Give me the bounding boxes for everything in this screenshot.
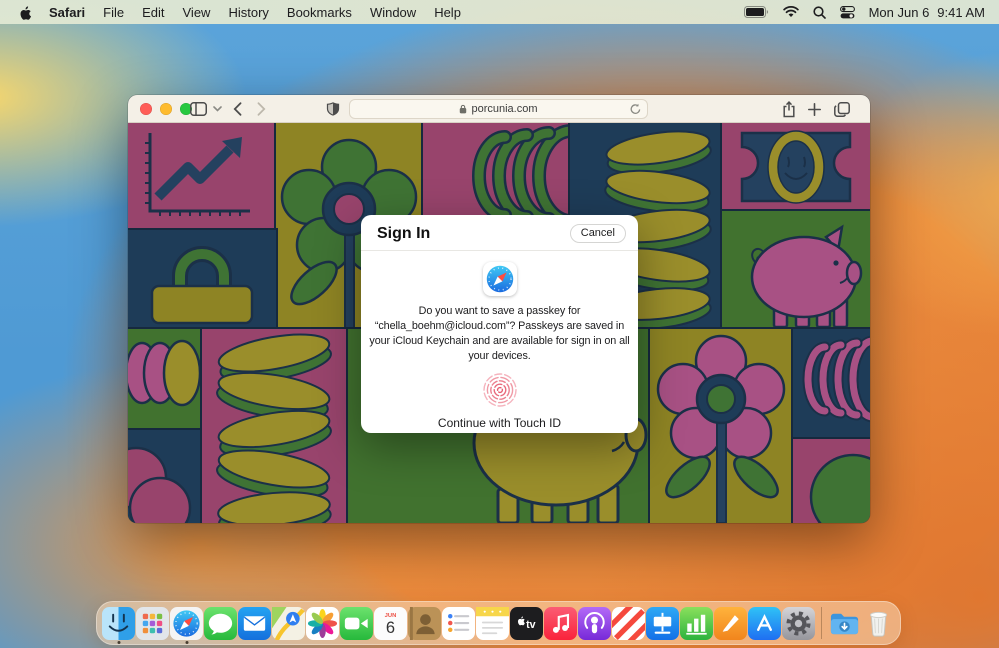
dock-messages-icon[interactable] (204, 601, 237, 645)
running-indicator (117, 641, 120, 644)
menu-item-bookmarks[interactable]: Bookmarks (287, 5, 352, 20)
menu-item-safari[interactable]: Safari (49, 5, 85, 20)
dock-podcasts-icon[interactable] (578, 601, 611, 645)
tile-tumbling-coins-illustration (202, 329, 348, 523)
menu-item-history[interactable]: History (228, 5, 268, 20)
tile-green-circle-illustration (793, 439, 870, 523)
dock-mail-icon[interactable] (238, 601, 271, 645)
continue-touch-id-label: Continue with Touch ID (361, 416, 638, 430)
control-center-icon[interactable] (840, 6, 855, 19)
passkey-dialog: Sign In Cancel Do you want to save a pas… (361, 215, 638, 433)
minimize-window-button[interactable] (160, 103, 172, 115)
dock-notes-icon[interactable] (476, 601, 509, 645)
menu-item-file[interactable]: File (103, 5, 124, 20)
dock-music-icon[interactable] (544, 601, 577, 645)
tile-pink-flower-illustration (650, 329, 793, 523)
dock-appstore-icon[interactable] (748, 601, 781, 645)
dock-calendar-icon[interactable]: JUN6 (374, 601, 407, 645)
dock-safari-icon[interactable] (170, 601, 203, 645)
dock-trash-icon[interactable] (862, 601, 895, 645)
new-tab-icon[interactable] (808, 95, 821, 123)
dock-numbers-icon[interactable] (680, 601, 713, 645)
svg-text:6: 6 (386, 619, 395, 637)
forward-button[interactable] (257, 95, 266, 123)
dock-reminders-icon[interactable] (442, 601, 475, 645)
menu-item-view[interactable]: View (183, 5, 211, 20)
sidebar-chevron-down-icon[interactable] (213, 95, 222, 123)
dock-photos-icon[interactable] (306, 601, 339, 645)
dialog-body-text: Do you want to save a passkey for “chell… (369, 304, 631, 364)
dock-finder-icon[interactable] (102, 601, 135, 645)
tile-small-coil-illustration (793, 329, 870, 439)
tile-coin-coil-illustration (423, 123, 570, 230)
menu-items: Safari File Edit View History Bookmarks Window… (49, 5, 461, 20)
search-icon[interactable] (813, 6, 826, 19)
close-window-button[interactable] (140, 103, 152, 115)
dialog-divider (361, 250, 638, 251)
dialog-title: Sign In (377, 225, 430, 243)
menu-item-edit[interactable]: Edit (142, 5, 164, 20)
tile-pink-pig-illustration (722, 211, 870, 329)
wifi-icon[interactable] (783, 6, 799, 18)
dock-downloads-icon[interactable] (828, 601, 861, 645)
safari-toolbar: porcunia.com (128, 95, 870, 123)
menu-bar: Safari File Edit View History Bookmarks Window… (0, 0, 999, 24)
sidebar-toggle-icon[interactable] (190, 95, 207, 123)
menu-date[interactable]: Mon Jun 6 (869, 5, 930, 20)
tile-padlock-illustration (128, 230, 276, 329)
svg-text:tv: tv (526, 618, 536, 630)
dock-maps-icon[interactable] (272, 601, 305, 645)
dock-divider (821, 607, 822, 639)
dock-facetime-icon[interactable] (340, 601, 373, 645)
dock-tv-icon[interactable]: tv (510, 601, 543, 645)
share-icon[interactable] (782, 95, 796, 123)
tile-money-bill-illustration (722, 123, 870, 211)
reload-icon[interactable] (630, 103, 641, 118)
dock-contacts-icon[interactable] (408, 601, 441, 645)
tile-side-coins-illustration (128, 329, 202, 430)
url-text: porcunia.com (471, 103, 537, 115)
dock-settings-icon[interactable] (782, 601, 815, 645)
address-bar[interactable]: porcunia.com (349, 99, 648, 119)
menu-time[interactable]: 9:41 AM (937, 5, 985, 20)
tile-chart-illustration (128, 123, 276, 230)
dock-news-icon[interactable] (612, 601, 645, 645)
touch-id-fingerprint-icon (481, 371, 519, 414)
back-button[interactable] (233, 95, 242, 123)
dock-launchpad-icon[interactable] (136, 601, 169, 645)
lock-icon (459, 104, 467, 114)
battery-icon[interactable] (744, 6, 769, 18)
menu-item-help[interactable]: Help (434, 5, 461, 20)
apple-menu-icon[interactable] (18, 5, 31, 20)
tile-blob-illustration (128, 430, 202, 523)
dock-keynote-icon[interactable] (646, 601, 679, 645)
running-indicator (185, 641, 188, 644)
safari-app-icon (483, 262, 517, 296)
desktop: Safari File Edit View History Bookmarks Window… (0, 0, 999, 648)
privacy-shield-icon[interactable] (326, 95, 340, 123)
tab-overview-icon[interactable] (834, 95, 850, 123)
menu-item-window[interactable]: Window (370, 5, 416, 20)
dock: JUN6 tv (96, 601, 901, 645)
dock-pages-icon[interactable] (714, 601, 747, 645)
cancel-button[interactable]: Cancel (570, 224, 626, 243)
